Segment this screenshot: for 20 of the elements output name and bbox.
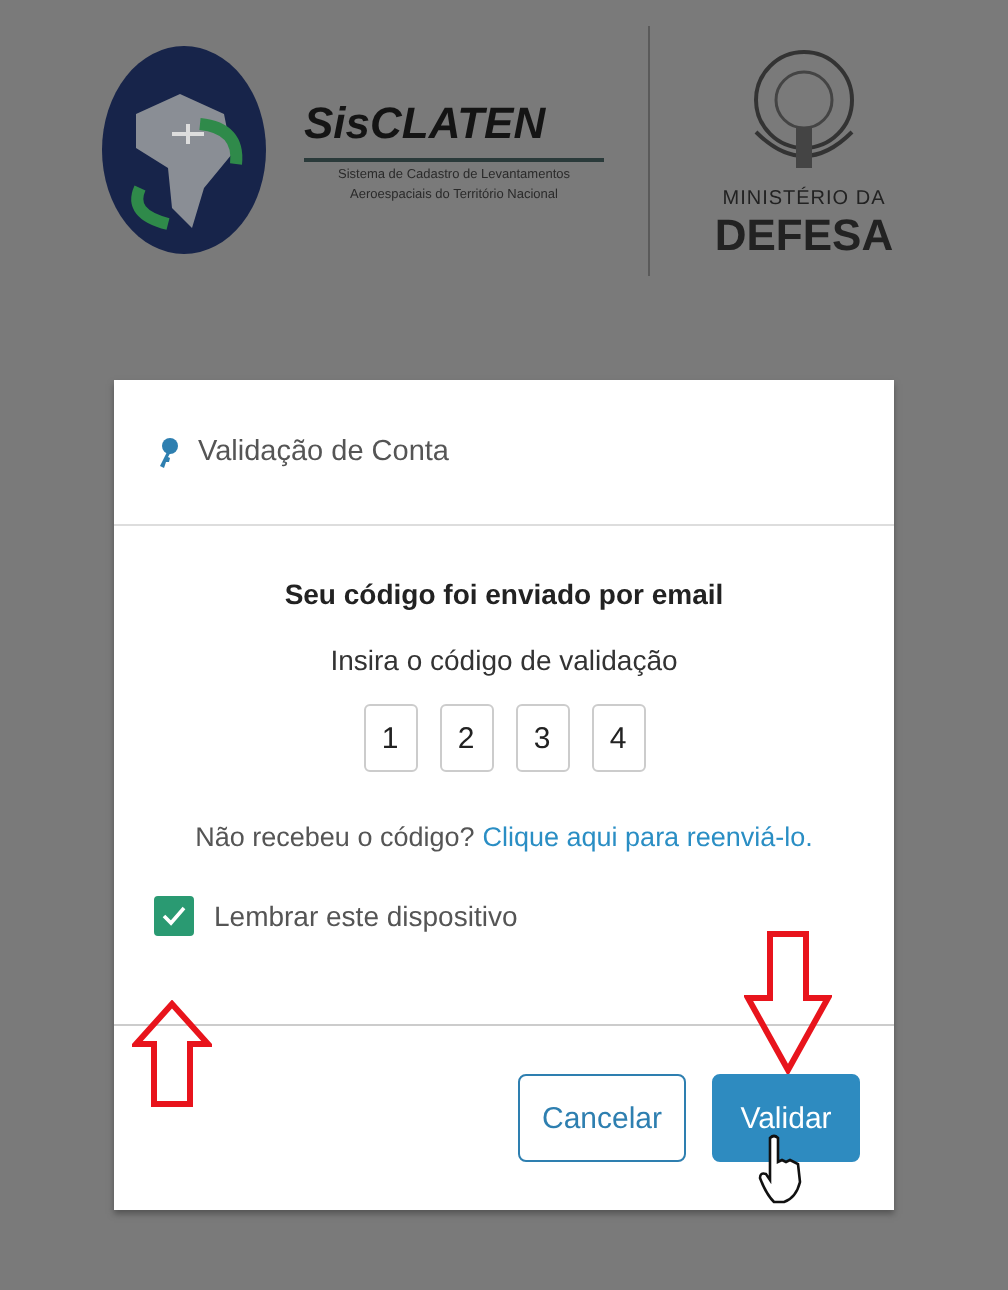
resend-link[interactable]: Clique aqui para reenviá-lo.: [482, 822, 813, 852]
code-digit-field[interactable]: 4: [591, 704, 645, 772]
code-digit-field[interactable]: 1: [363, 704, 417, 772]
ministry-label: MINISTÉRIO DA: [722, 187, 886, 209]
message-heading: Seu código foi enviado por email: [284, 578, 724, 610]
ministry-name: DEFESA: [714, 209, 894, 261]
code-digit-field[interactable]: 3: [515, 704, 569, 772]
down-arrow-icon: [744, 930, 832, 1074]
checkmark-icon: [162, 906, 186, 926]
dialog-title: Validação de Conta: [198, 436, 449, 468]
remember-checkbox[interactable]: [154, 896, 194, 936]
code-digit-field[interactable]: 2: [439, 704, 493, 772]
key-icon: [158, 437, 178, 467]
validate-button[interactable]: Validar: [712, 1074, 860, 1162]
code-prompt: Insira o código de validação: [330, 644, 678, 676]
resend-question: Não recebeu o código?: [195, 822, 475, 852]
brand-name: SisCLATEN: [304, 97, 604, 162]
remember-label: Lembrar este dispositivo: [214, 900, 518, 932]
up-arrow-icon: [132, 1000, 212, 1108]
cancel-button[interactable]: Cancelar: [518, 1074, 686, 1162]
